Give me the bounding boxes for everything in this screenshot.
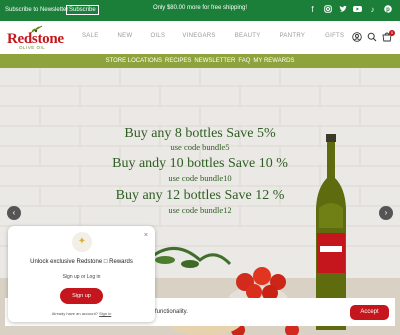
accept-cookies-button[interactable]: Accept — [350, 305, 389, 320]
nav-gifts[interactable]: GIFTS — [325, 33, 344, 39]
subnav-recipes[interactable]: RECIPES — [165, 58, 191, 64]
shipping-text: Only $80.00 more for free shipping! — [152, 5, 248, 11]
twitter-icon[interactable] — [338, 5, 347, 14]
cookie-banner: functionality. Accept — [155, 298, 395, 326]
promo-line-2: Buy andy 10 bottles Save 10 % — [112, 156, 288, 171]
slider-next-button[interactable]: › — [379, 206, 393, 220]
facebook-icon[interactable]: f — [308, 5, 317, 14]
rewards-title: Unlock exclusive Redstone □ Rewards — [30, 259, 133, 265]
search-icon[interactable] — [367, 32, 377, 42]
nav-beauty[interactable]: BEAUTY — [235, 33, 261, 39]
subnav-store-locations[interactable]: STORE LOCATIONS — [106, 58, 162, 64]
cart-count-badge: 0 — [389, 30, 395, 36]
header-icons — [352, 32, 392, 42]
rewards-popup: × ✦ Unlock exclusive Redstone □ Rewards … — [8, 226, 155, 322]
promo-line-1: Buy any 8 bottles Save 5% — [124, 126, 276, 141]
pinterest-icon[interactable]: p — [383, 5, 392, 14]
social-links: f ♪ p — [308, 5, 392, 14]
promo-code-3: use code bundle12 — [168, 205, 232, 215]
promo-code-2: use code bundle10 — [168, 173, 232, 183]
nav-sale[interactable]: SALE — [82, 33, 99, 39]
account-icon[interactable] — [352, 32, 362, 42]
svg-text:p: p — [386, 7, 390, 13]
instagram-icon[interactable] — [323, 5, 332, 14]
subnav-my-rewards[interactable]: MY REWARDS — [253, 58, 294, 64]
subnav-newsletter[interactable]: NEWSLETTER — [194, 58, 235, 64]
close-icon[interactable]: × — [144, 232, 148, 239]
sparkle-icon: ✦ — [72, 232, 92, 252]
nav-vinegars[interactable]: VINEGARS — [182, 33, 215, 39]
nav-oils[interactable]: OILS — [150, 33, 165, 39]
site-header: Redstone OLIVE OIL SALE NEW OILS VINEGAR… — [0, 21, 400, 54]
main-nav: SALE NEW OILS VINEGARS BEAUTY PANTRY GIF… — [80, 33, 344, 39]
signup-button[interactable]: Sign up — [60, 288, 103, 304]
slider-prev-button[interactable]: ‹ — [7, 206, 21, 220]
promo-line-3: Buy any 12 bottles Save 12 % — [115, 188, 285, 203]
subnav-faq[interactable]: FAQ — [238, 58, 250, 64]
nav-new[interactable]: NEW — [118, 33, 133, 39]
logo-tagline: OLIVE OIL — [19, 45, 46, 50]
tiktok-icon[interactable]: ♪ — [368, 5, 377, 14]
redstone-logo[interactable]: Redstone OLIVE OIL — [5, 25, 67, 51]
secondary-nav: STORE LOCATIONS RECIPES NEWSLETTER FAQ M… — [0, 54, 400, 68]
signin-footer: Already have an account? Sign in — [8, 311, 155, 316]
nav-pantry[interactable]: PANTRY — [280, 33, 306, 39]
announcement-bar: Subscribe to Newsletter Subscribe Only $… — [0, 0, 400, 21]
promo-code-1: use code bundle5 — [170, 142, 230, 152]
signin-prefix: Already have an account? — [51, 311, 100, 316]
cookie-text: functionality. — [155, 309, 188, 315]
signup-login-link[interactable]: Sign up or Log in — [8, 274, 155, 280]
signin-link[interactable]: Sign in — [99, 311, 111, 316]
youtube-icon[interactable] — [353, 5, 362, 14]
